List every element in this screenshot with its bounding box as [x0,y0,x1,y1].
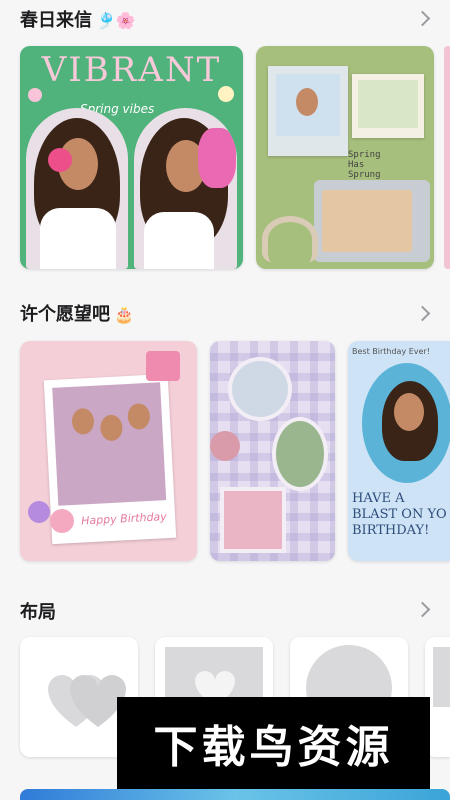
message-line: HAVE A [352,491,405,506]
balloon-icon [50,509,74,533]
photo-oval [362,363,450,483]
banner-strip[interactable] [20,789,450,800]
template-card-scrapbook[interactable]: Spring Has Sprung [256,46,434,269]
card-header: Best Birthday Ever! [352,347,430,356]
chevron-right-icon[interactable] [414,305,431,322]
card-message: HAVE A BLAST ON YO BIRTHDAY! [352,491,447,539]
photo-frame [268,66,348,156]
card-title: VIBRANT [41,50,222,90]
photo-arch-left [26,108,128,269]
emoji-icon: 🎐🌸 [96,11,136,30]
section-title-wish: 许个愿望吧 🎂 [20,300,134,326]
template-card-vibrant[interactable]: VIBRANT Spring vibes [20,46,243,269]
flower-icon [218,86,234,102]
template-card-blast[interactable]: Best Birthday Ever! HAVE A BLAST ON YO B… [348,341,450,561]
photo-circle [228,357,292,421]
section-title-text: 许个愿望吧 [20,304,110,325]
headphones-icon [262,216,318,262]
flower-icon [28,88,42,102]
template-card-party[interactable]: Happy Birthday [20,341,197,561]
card-caption: Happy Birthday [80,510,168,528]
template-card-plaid[interactable] [210,341,335,561]
watermark-overlay: 下载鸟资源 [117,697,430,789]
cake-icon: 🎂 [114,305,134,324]
template-card-peek[interactable] [444,46,450,269]
photo-frame [352,74,424,138]
card-tag: Spring Has Sprung [348,150,381,180]
cake-icon [146,351,180,381]
balloon-icon [28,501,50,523]
rose-icon [210,431,240,461]
section-title-text: 春日来信 [20,10,92,31]
camera-image [314,180,430,262]
message-line: BLAST ON YO [352,507,447,522]
section-title-layout: 布局 [20,602,56,623]
photo-oval [272,417,328,491]
section-title-spring: 春日来信 🎐🌸 [20,6,136,32]
photo-square [220,487,286,553]
chevron-right-icon[interactable] [414,601,431,618]
message-line: BIRTHDAY! [352,523,430,538]
chevron-right-icon[interactable] [414,10,431,27]
photo-arch-right [134,108,237,269]
